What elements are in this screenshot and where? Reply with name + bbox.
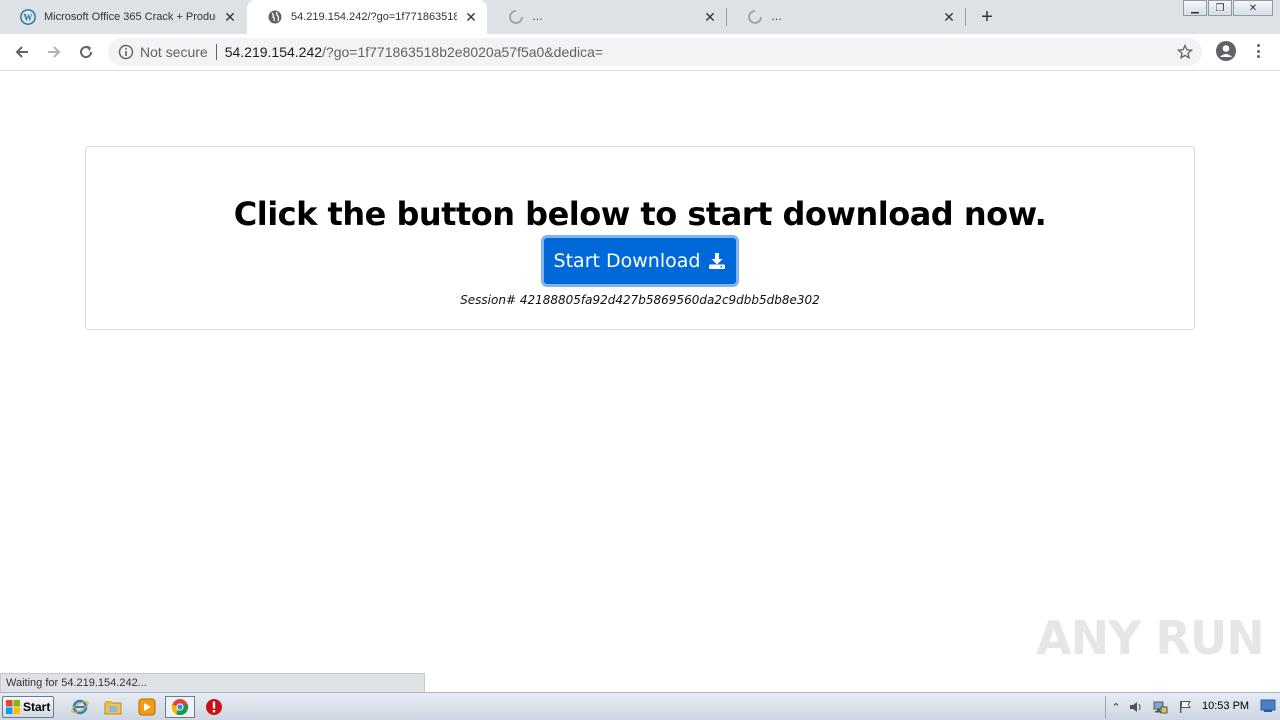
svg-text:W: W: [24, 13, 33, 23]
volume-icon[interactable]: [1128, 699, 1144, 715]
windows-logo-icon: [6, 700, 20, 714]
wordpress-icon: W: [20, 9, 36, 25]
anyrun-watermark: ANY RUN: [1036, 606, 1265, 670]
back-button[interactable]: [10, 40, 34, 64]
bookmark-star-icon[interactable]: [1176, 43, 1194, 61]
download-card: Click the button below to start download…: [85, 146, 1195, 330]
close-icon[interactable]: ✕: [463, 9, 479, 25]
forward-button[interactable]: [42, 40, 66, 64]
start-label: Start: [23, 700, 51, 714]
show-hidden-icons-icon[interactable]: ⌃: [1108, 699, 1124, 715]
file-explorer-icon[interactable]: [102, 697, 124, 717]
loading-spinner-icon: [747, 9, 763, 25]
close-icon[interactable]: ✕: [941, 9, 957, 25]
action-center-flag-icon[interactable]: [1177, 699, 1193, 715]
tray-separator: [1105, 696, 1106, 718]
show-desktop-icon[interactable]: [1260, 698, 1276, 716]
watermark-text: ANY RUN: [1036, 611, 1265, 665]
url-text[interactable]: 54.219.154.242/?go=1f771863518b2e8020a57…: [225, 44, 603, 60]
loading-spinner-icon: [508, 9, 524, 25]
info-icon[interactable]: [118, 44, 134, 60]
page-headline: Click the button below to start download…: [233, 195, 1047, 233]
status-bubble: Waiting for 54.219.154.242...: [0, 673, 425, 692]
tab-title: 54.219.154.242/?go=1f771863518b2e8020a57…: [291, 11, 457, 23]
security-label[interactable]: Not secure: [140, 44, 208, 60]
browser-toolbar: Not secure 54.219.154.242/?go=1f77186351…: [0, 34, 1280, 71]
reload-button[interactable]: [74, 40, 98, 64]
globe-icon: [267, 9, 283, 25]
menu-kebab-icon[interactable]: [1250, 42, 1266, 60]
tab-office-crack[interactable]: W Microsoft Office 365 Crack + Product K…: [0, 0, 246, 34]
opera-stop-icon[interactable]: [203, 697, 225, 717]
tab-strip: W Microsoft Office 365 Crack + Product K…: [0, 0, 1280, 34]
taskbar-clock[interactable]: 10:53 PM: [1202, 700, 1249, 712]
back-arrow-icon: [15, 46, 28, 58]
taskbar: Start ⌃ 10:53 PM: [0, 692, 1280, 720]
forward-arrow-icon: [48, 46, 61, 58]
close-icon[interactable]: ✕: [702, 9, 718, 25]
restore-button[interactable]: ❐: [1208, 0, 1232, 16]
start-download-button[interactable]: Start Download: [541, 235, 739, 287]
close-icon[interactable]: ✕: [222, 9, 238, 25]
reload-icon: [80, 45, 93, 59]
minimize-button[interactable]: ▁: [1183, 0, 1207, 16]
profile-avatar-icon[interactable]: [1215, 40, 1237, 62]
tab-active-download[interactable]: 54.219.154.242/?go=1f771863518b2e8020a57…: [247, 0, 487, 34]
tab-title: …: [771, 11, 782, 23]
tab-loading-1[interactable]: … ✕: [488, 0, 726, 34]
divider: [215, 44, 217, 60]
session-id: Session# 42188805fa92d427b5869560da2c9db…: [460, 293, 820, 307]
network-icon[interactable]: [1152, 699, 1168, 715]
download-button-label: Start Download: [553, 250, 701, 272]
address-bar[interactable]: Not secure 54.219.154.242/?go=1f77186351…: [108, 38, 1202, 66]
url-path: /?go=1f771863518b2e8020a57f5a0&dedica=: [322, 44, 604, 60]
tab-title: …: [532, 11, 543, 23]
tab-loading-2[interactable]: … ✕: [727, 0, 965, 34]
tab-separator: [965, 8, 966, 26]
internet-explorer-icon[interactable]: [69, 697, 91, 717]
start-button[interactable]: Start: [2, 696, 54, 718]
download-icon: [709, 253, 726, 269]
chrome-taskbar-icon[interactable]: [165, 696, 195, 718]
window-close-button[interactable]: ✕: [1233, 0, 1273, 16]
tab-title: Microsoft Office 365 Crack + Product Key: [44, 11, 216, 23]
new-tab-button[interactable]: +: [976, 6, 998, 28]
url-host: 54.219.154.242: [224, 44, 323, 60]
media-player-icon[interactable]: [136, 697, 158, 717]
